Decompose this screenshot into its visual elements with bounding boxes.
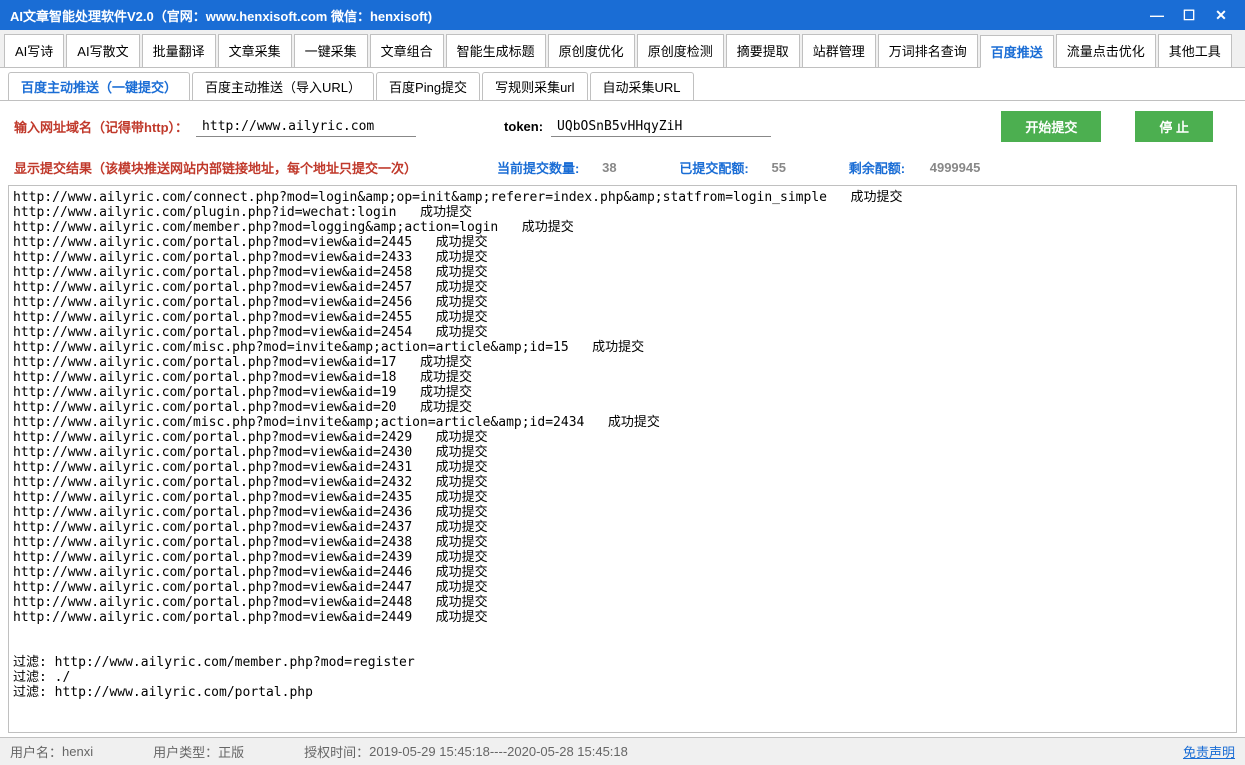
auth-value: 2019-05-29 15:45:18----2020-05-28 15:45:…: [369, 744, 628, 759]
main-tab-4[interactable]: 一键采集: [294, 34, 368, 67]
start-submit-button[interactable]: 开始提交: [1001, 111, 1101, 142]
sub-tab-2[interactable]: 百度Ping提交: [376, 72, 480, 100]
log-output[interactable]: http://www.ailyric.com/connect.php?mod=l…: [8, 185, 1237, 733]
titlebar-text: AI文章智能处理软件V2.0（官网：www.henxisoft.com 微信：h…: [10, 6, 1143, 25]
main-tab-10[interactable]: 站群管理: [802, 34, 876, 67]
sub-tabs: 百度主动推送（一键提交）百度主动推送（导入URL）百度Ping提交写规则采集ur…: [0, 68, 1245, 101]
main-tab-6[interactable]: 智能生成标题: [446, 34, 546, 67]
maximize-button[interactable]: ☐: [1175, 5, 1203, 25]
user-label: 用户名：: [10, 742, 62, 761]
disclaimer-link[interactable]: 免责声明: [1183, 742, 1235, 761]
result-label: 显示提交结果（该模块推送网站内部链接地址，每个地址只提交一次）: [14, 158, 417, 177]
submitted-quota-label: 已提交配额:: [679, 158, 748, 177]
main-tab-11[interactable]: 万词排名查询: [878, 34, 978, 67]
current-count-value: 38: [589, 160, 629, 175]
main-tab-13[interactable]: 流量点击优化: [1056, 34, 1156, 67]
statusbar: 用户名： henxi 用户类型： 正版 授权时间： 2019-05-29 15:…: [0, 737, 1245, 765]
stop-button[interactable]: 停 止: [1135, 111, 1213, 142]
main-tabs: AI写诗AI写散文批量翻译文章采集一键采集文章组合智能生成标题原创度优化原创度检…: [0, 30, 1245, 68]
domain-input[interactable]: [196, 117, 416, 137]
sub-tab-4[interactable]: 自动采集URL: [590, 72, 694, 100]
domain-label: 输入网址域名（记得带http）：: [14, 117, 188, 136]
usertype-label: 用户类型：: [153, 742, 218, 761]
current-count-label: 当前提交数量:: [497, 158, 579, 177]
submitted-quota-value: 55: [759, 160, 799, 175]
main-tab-2[interactable]: 批量翻译: [142, 34, 216, 67]
input-row: 输入网址域名（记得带http）： token: 开始提交 停 止: [0, 101, 1245, 152]
sub-tab-0[interactable]: 百度主动推送（一键提交）: [8, 72, 190, 100]
main-tab-5[interactable]: 文章组合: [370, 34, 444, 67]
main-tab-14[interactable]: 其他工具: [1158, 34, 1232, 67]
close-button[interactable]: ✕: [1207, 5, 1235, 25]
sub-tab-1[interactable]: 百度主动推送（导入URL）: [192, 72, 374, 100]
main-tab-12[interactable]: 百度推送: [980, 35, 1054, 68]
token-label: token:: [504, 119, 543, 134]
usertype-value: 正版: [218, 742, 244, 761]
user-value: henxi: [62, 744, 93, 759]
remain-quota-label: 剩余配额:: [849, 158, 905, 177]
titlebar: AI文章智能处理软件V2.0（官网：www.henxisoft.com 微信：h…: [0, 0, 1245, 30]
auth-label: 授权时间：: [304, 742, 369, 761]
main-tab-8[interactable]: 原创度检测: [637, 34, 724, 67]
token-input[interactable]: [551, 117, 771, 137]
main-tab-3[interactable]: 文章采集: [218, 34, 292, 67]
main-tab-9[interactable]: 摘要提取: [726, 34, 800, 67]
stats-row: 显示提交结果（该模块推送网站内部链接地址，每个地址只提交一次） 当前提交数量: …: [0, 152, 1245, 183]
sub-tab-3[interactable]: 写规则采集url: [482, 72, 587, 100]
window-controls: — ☐ ✕: [1143, 5, 1235, 25]
minimize-button[interactable]: —: [1143, 5, 1171, 25]
main-tab-0[interactable]: AI写诗: [4, 34, 64, 67]
remain-quota-value: 4999945: [915, 160, 995, 175]
main-tab-1[interactable]: AI写散文: [66, 34, 139, 67]
main-tab-7[interactable]: 原创度优化: [548, 34, 635, 67]
